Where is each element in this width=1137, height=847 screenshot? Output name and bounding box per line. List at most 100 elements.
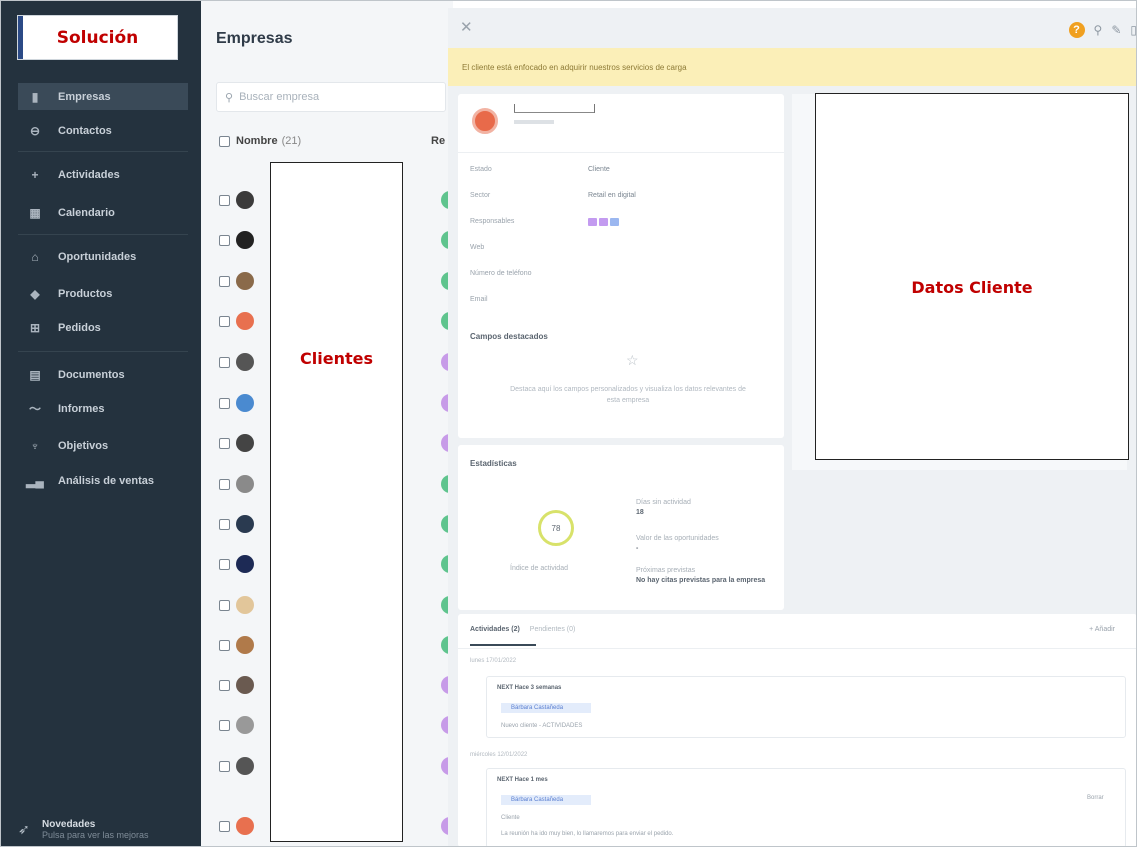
avatar xyxy=(236,817,254,835)
sidebar-item-oportunidades[interactable]: ⌂ Oportunidades xyxy=(18,243,188,270)
field-web[interactable]: Web xyxy=(470,244,770,258)
close-icon[interactable]: ✕ xyxy=(460,18,473,36)
row-checkbox[interactable] xyxy=(219,599,230,611)
company-name-bracket xyxy=(594,104,595,113)
table-row[interactable] xyxy=(219,808,254,844)
activity-delete-link[interactable]: Borrar xyxy=(1087,795,1104,801)
table-row[interactable] xyxy=(219,344,254,380)
row-checkbox[interactable] xyxy=(219,356,230,368)
search-input[interactable]: ⚲ Buscar empresa xyxy=(216,82,446,112)
sidebar-item-calendario[interactable]: ▦ Calendario xyxy=(18,199,188,226)
field-sector[interactable]: Sector Retail en digital xyxy=(470,192,770,206)
responsible-tag xyxy=(588,218,597,226)
news-button[interactable]: ➶ Novedades Pulsa para ver las mejoras xyxy=(18,815,193,843)
table-row[interactable] xyxy=(219,587,254,623)
sidebar-item-contactos[interactable]: ⊖ Contactos xyxy=(18,117,188,144)
sidebar-item-objetivos[interactable]: ♆ Objetivos xyxy=(18,432,188,459)
row-checkbox[interactable] xyxy=(219,234,230,246)
table-row[interactable] xyxy=(219,707,254,743)
table-row[interactable] xyxy=(219,667,254,703)
field-estado[interactable]: Estado Cliente xyxy=(470,166,770,180)
sidebar-item-informes[interactable]: 〜 Informes xyxy=(18,395,188,422)
responsible-tag xyxy=(610,218,619,226)
select-all-checkbox[interactable] xyxy=(219,135,230,147)
sidebar-item-actividades[interactable]: + Actividades xyxy=(18,161,188,188)
avatar xyxy=(236,676,254,694)
field-label: Responsables xyxy=(470,218,515,225)
row-checkbox[interactable] xyxy=(219,558,230,570)
field-telefono[interactable]: Número de teléfono xyxy=(470,270,770,284)
field-label: Sector xyxy=(470,192,491,199)
table-row[interactable] xyxy=(219,748,254,784)
avatar xyxy=(236,555,254,573)
table-row[interactable] xyxy=(219,263,254,299)
row-checkbox[interactable] xyxy=(219,518,230,530)
sidebar-item-pedidos[interactable]: ⊞ Pedidos xyxy=(18,314,188,341)
row-checkbox[interactable] xyxy=(219,679,230,691)
user-icon[interactable]: ⚲ xyxy=(1094,23,1103,37)
row-checkbox[interactable] xyxy=(219,760,230,772)
activity-item[interactable]: NEXT Hace 3 semanas Bárbara Castañeda Nu… xyxy=(486,676,1126,738)
row-checkbox[interactable] xyxy=(219,437,230,449)
field-value: Cliente xyxy=(588,166,610,173)
sidebar-item-analisis-ventas[interactable]: ▂▄ Análisis de ventas xyxy=(18,467,188,494)
bar-chart-icon: ▂▄ xyxy=(26,473,44,488)
table-row[interactable] xyxy=(219,466,254,502)
activity-text: La reunión ha ido muy bien, lo llamaremo… xyxy=(501,831,674,837)
clientes-annotation-box: Clientes xyxy=(270,162,403,842)
nav-divider xyxy=(18,234,188,235)
table-row[interactable] xyxy=(219,222,254,258)
activity-user-chip[interactable]: Bárbara Castañeda xyxy=(501,795,591,805)
field-responsables[interactable]: Responsables xyxy=(470,218,770,232)
table-row[interactable] xyxy=(219,182,254,218)
divider xyxy=(458,152,784,153)
row-checkbox[interactable] xyxy=(219,315,230,327)
panel-toolbar: ? ⚲ ✎ ▯ xyxy=(1068,22,1137,38)
edit-icon[interactable]: ✎ xyxy=(1111,23,1121,37)
table-row[interactable] xyxy=(219,425,254,461)
company-info-card: Estado Cliente Sector Retail en digital Re… xyxy=(458,94,784,438)
row-checkbox[interactable] xyxy=(219,194,230,206)
avatar xyxy=(236,636,254,654)
row-checkbox[interactable] xyxy=(219,639,230,651)
field-email[interactable]: Email xyxy=(470,296,770,310)
plus-icon: + xyxy=(31,167,39,182)
tab-pending[interactable]: Pendientes (0) xyxy=(530,626,576,633)
delete-icon[interactable]: ▯ xyxy=(1130,23,1137,37)
row-checkbox[interactable] xyxy=(219,275,230,287)
activity-index-ring: 78 xyxy=(538,510,574,546)
activity-user-chip[interactable]: Bárbara Castañeda xyxy=(501,703,591,713)
custom-fields-hint[interactable]: Destaca aquí los campos personalizados y… xyxy=(508,384,748,406)
sidebar-item-documentos[interactable]: ▤ Documentos xyxy=(18,361,188,388)
table-row[interactable] xyxy=(219,627,254,663)
tab-activities[interactable]: Actividades (2) xyxy=(470,626,520,633)
help-icon[interactable]: ? xyxy=(1068,22,1085,38)
table-row[interactable] xyxy=(219,303,254,339)
sidebar-item-label: Productos xyxy=(58,287,113,300)
activity-title: NEXT Hace 3 semanas xyxy=(497,685,562,691)
column-header-responsible[interactable]: Re xyxy=(431,135,445,147)
rocket-icon: ➶ xyxy=(18,820,30,837)
avatar xyxy=(236,716,254,734)
row-checkbox[interactable] xyxy=(219,820,230,832)
row-checkbox[interactable] xyxy=(219,719,230,731)
row-checkbox[interactable] xyxy=(219,397,230,409)
field-label: Estado xyxy=(470,166,492,173)
table-row[interactable] xyxy=(219,546,254,582)
column-header-name[interactable]: Nombre (21) xyxy=(219,135,301,147)
sidebar-item-productos[interactable]: ◆ Productos xyxy=(18,280,188,307)
add-activity-button[interactable]: + Añadir xyxy=(1089,626,1115,633)
bank-icon: ⌂ xyxy=(31,249,39,264)
search-icon: ⚲ xyxy=(225,91,234,104)
table-row[interactable] xyxy=(219,506,254,542)
sidebar-item-label: Documentos xyxy=(58,368,125,381)
statistics-card: Estadísticas 78 Índice de actividad Días… xyxy=(458,445,784,610)
nav-divider xyxy=(18,151,188,152)
row-checkbox[interactable] xyxy=(219,478,230,490)
sidebar-item-empresas[interactable]: ▮ Empresas xyxy=(18,83,188,110)
table-row[interactable] xyxy=(219,385,254,421)
tag-icon: ◆ xyxy=(30,286,40,301)
activity-item[interactable]: NEXT Hace 1 mes Bárbara Castañeda Client… xyxy=(486,768,1126,847)
star-icon: ☆ xyxy=(626,352,639,368)
sidebar-item-label: Calendario xyxy=(58,206,115,219)
